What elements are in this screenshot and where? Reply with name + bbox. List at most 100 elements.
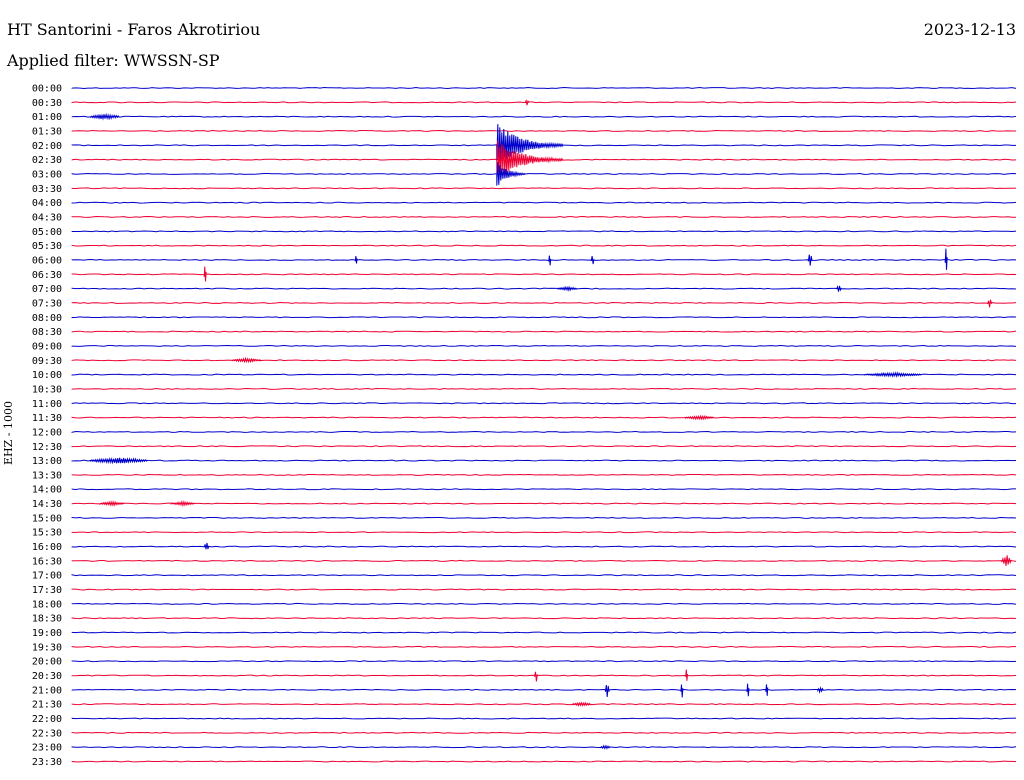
time-label: 08:30 (32, 327, 62, 338)
time-label: 09:00 (32, 341, 62, 352)
time-label: 06:00 (32, 255, 62, 266)
time-label: 02:00 (32, 141, 62, 152)
seismic-event (944, 248, 948, 270)
trace-line (71, 574, 1017, 577)
time-label: 03:30 (32, 184, 62, 195)
time-label: 19:00 (32, 628, 62, 639)
time-label: 12:30 (32, 442, 62, 453)
trace-line (71, 330, 1017, 333)
time-label: 10:00 (32, 370, 62, 381)
trace-line (71, 717, 1017, 720)
seismic-event (90, 456, 148, 465)
time-label: 16:30 (32, 556, 62, 567)
trace-line (71, 87, 1017, 89)
seismic-event (600, 744, 611, 750)
seismic-event (680, 684, 684, 698)
time-label: 22:00 (32, 714, 62, 725)
time-label: 12:00 (32, 427, 62, 438)
time-label: 14:00 (32, 485, 62, 496)
time-label: 07:00 (32, 284, 62, 295)
trace-line (71, 731, 1017, 734)
time-label: 20:30 (32, 671, 62, 682)
trace-line (71, 746, 1017, 749)
seismic-event (604, 685, 610, 697)
seismic-event (203, 266, 207, 282)
trace-line (71, 101, 1017, 104)
time-label: 13:00 (32, 456, 62, 467)
seismic-event (571, 701, 592, 707)
time-label: 11:30 (32, 413, 62, 424)
time-label: 17:30 (32, 585, 62, 596)
seismic-event (170, 499, 196, 508)
time-label: 05:30 (32, 241, 62, 252)
trace-line (71, 459, 1017, 462)
trace-line (71, 230, 1017, 233)
trace-line (71, 516, 1017, 519)
time-label: 21:00 (32, 685, 62, 696)
trace-line (71, 559, 1017, 562)
time-label: 08:00 (32, 313, 62, 324)
trace-line (71, 259, 1017, 261)
trace-line (71, 344, 1017, 347)
time-label: 04:00 (32, 198, 62, 209)
seismic-event (90, 112, 120, 121)
seismic-event (864, 371, 922, 379)
trace-line (71, 760, 1017, 763)
trace-line (71, 173, 1017, 175)
time-label: 22:30 (32, 728, 62, 739)
seismic-event (685, 669, 689, 681)
time-label: 00:30 (32, 98, 62, 109)
time-label: 02:30 (32, 155, 62, 166)
seismic-event (557, 285, 578, 292)
time-label: 05:00 (32, 227, 62, 238)
trace-line (71, 130, 1017, 132)
seismic-event (746, 683, 750, 697)
time-label: 23:00 (32, 743, 62, 754)
time-label: 21:30 (32, 700, 62, 711)
trace-line (71, 488, 1017, 491)
time-label: 16:00 (32, 542, 62, 553)
trace-line (71, 430, 1017, 433)
time-label: 18:00 (32, 599, 62, 610)
time-label: 18:30 (32, 614, 62, 625)
trace-line (71, 602, 1017, 605)
time-label: 15:00 (32, 513, 62, 524)
seismic-event (354, 256, 358, 264)
seismic-event (590, 256, 595, 265)
seismic-event (99, 500, 125, 508)
trace-line (71, 545, 1017, 548)
trace-line (71, 645, 1017, 648)
seismic-event (534, 671, 538, 682)
seismic-event (807, 254, 813, 266)
time-label: 20:00 (32, 657, 62, 668)
time-label: 07:30 (32, 298, 62, 309)
seismic-event (1001, 555, 1012, 567)
seismogram-plot: 00:00 00:30 01:00 01:30 02:00 02:30 03:00 03:30… (32, 84, 1017, 768)
time-label: 17:00 (32, 571, 62, 582)
trace-line (71, 115, 1017, 118)
trace-line (71, 316, 1017, 319)
trace-line (71, 402, 1017, 405)
trace-line (71, 301, 1017, 304)
time-label: 01:00 (32, 112, 62, 123)
trace-line (71, 473, 1017, 476)
time-label: 19:30 (32, 642, 62, 653)
seismic-event (524, 98, 530, 106)
time-label: 10:30 (32, 384, 62, 395)
seismic-event (685, 414, 715, 421)
trace-line (71, 617, 1017, 620)
trace-line (71, 674, 1017, 677)
trace-line (71, 359, 1017, 362)
time-label: 14:30 (32, 499, 62, 510)
trace-line (71, 502, 1017, 505)
time-label: 09:30 (32, 356, 62, 367)
trace-line (71, 416, 1017, 419)
time-label: 00:00 (32, 84, 62, 95)
seismic-event (765, 684, 769, 696)
trace-line (71, 201, 1017, 204)
time-label: 11:00 (32, 399, 62, 410)
trace-line (71, 216, 1017, 218)
time-label: 01:30 (32, 126, 62, 137)
trace-line (71, 531, 1017, 534)
trace-line (71, 273, 1017, 276)
